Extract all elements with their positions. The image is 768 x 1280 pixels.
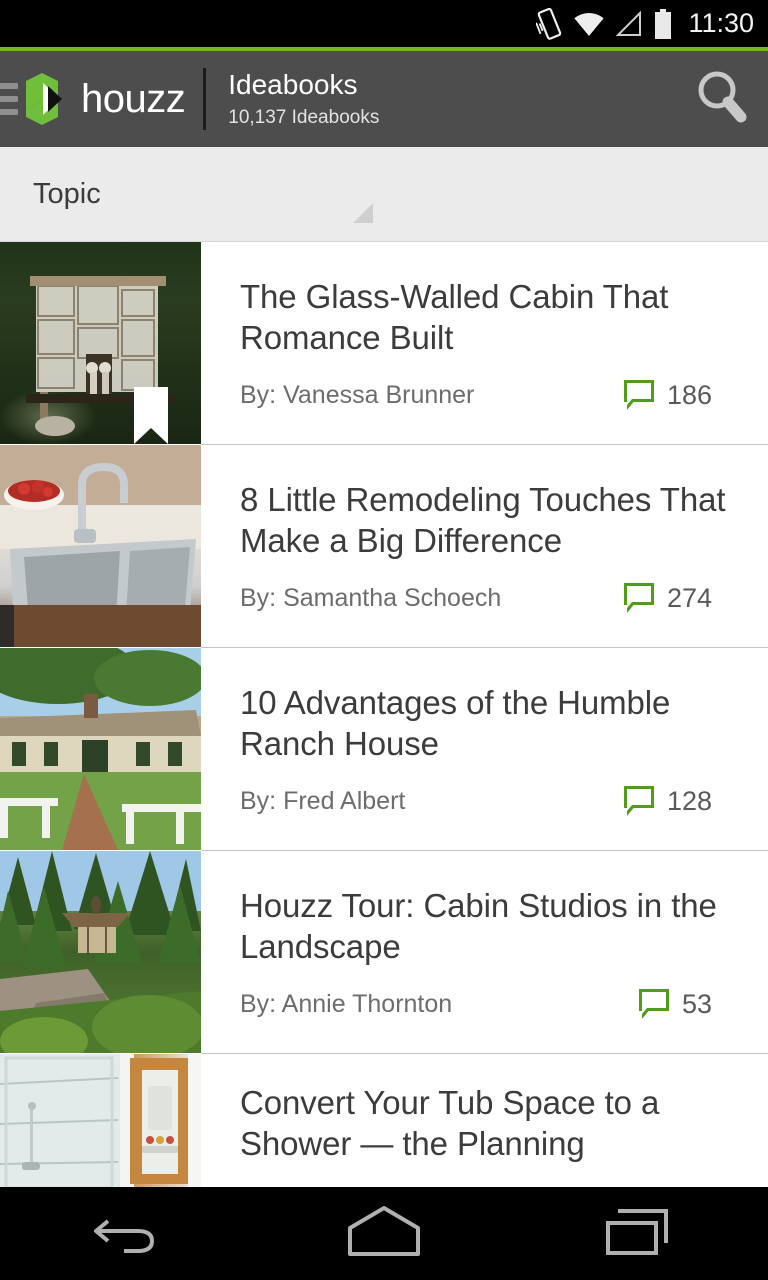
- comment-count-group[interactable]: 128: [623, 785, 712, 817]
- comment-count-group[interactable]: 274: [623, 582, 712, 614]
- hamburger-bar: [0, 96, 18, 102]
- list-item[interactable]: The Glass-Walled Cabin That Romance Buil…: [0, 242, 768, 444]
- status-bar: 11:30: [0, 0, 768, 47]
- topic-filter-bar[interactable]: Topic: [0, 147, 768, 242]
- thumbnail-image: [0, 445, 201, 647]
- battery-icon: [653, 8, 673, 39]
- comment-bubble-icon: [623, 582, 654, 614]
- thumbnail-image: [0, 648, 201, 850]
- app-header: houzz Ideabooks 10,137 Ideabooks: [0, 51, 768, 147]
- search-icon: [694, 68, 750, 131]
- ideabook-title: The Glass-Walled Cabin That Romance Buil…: [240, 277, 669, 356]
- status-bar-clock: 11:30: [688, 8, 754, 38]
- header-title-group: Ideabooks 10,137 Ideabooks: [228, 68, 676, 131]
- ideabook-thumbnail[interactable]: [0, 242, 201, 444]
- list-item[interactable]: Houzz Tour: Cabin Studios in the Landsca…: [0, 851, 768, 1053]
- list-item-body: Houzz Tour: Cabin Studios in the Landsca…: [201, 851, 768, 1053]
- recent-apps-button[interactable]: [550, 1187, 730, 1280]
- ideabook-title: 10 Advantages of the Humble Ranch House: [240, 683, 671, 762]
- vibrate-icon: [536, 7, 562, 40]
- list-item-meta: By: Samantha Schoech 274: [240, 582, 748, 614]
- comment-count-group[interactable]: 186: [623, 379, 712, 411]
- comment-count: 53: [681, 988, 712, 1019]
- thumbnail-image: [0, 851, 201, 1053]
- search-button[interactable]: [676, 68, 768, 131]
- home-icon: [344, 1202, 424, 1265]
- comment-count: 186: [666, 379, 712, 410]
- topic-filter-label: Topic: [33, 177, 101, 210]
- cell-signal-icon: [616, 10, 642, 37]
- houzz-logo[interactable]: houzz: [24, 71, 186, 127]
- ideabook-title: Convert Your Tub Space to a Shower — the…: [240, 1084, 660, 1162]
- ideabook-thumbnail[interactable]: [0, 445, 201, 647]
- houzz-logo-mark: [24, 71, 72, 127]
- ideabook-author: By: Annie Thornton: [240, 989, 453, 1018]
- houzz-wordmark: houzz: [81, 76, 186, 121]
- list-item-meta: By: Annie Thornton 53: [240, 988, 748, 1020]
- thumbnail-image: [0, 242, 201, 444]
- hamburger-bar: [0, 109, 18, 115]
- list-item-body: Convert Your Tub Space to a Shower — the…: [201, 1054, 768, 1192]
- ideabook-title: 8 Little Remodeling Touches That Make a …: [240, 480, 726, 559]
- list-item[interactable]: Convert Your Tub Space to a Shower — the…: [0, 1054, 768, 1192]
- list-item-body: 8 Little Remodeling Touches That Make a …: [201, 445, 768, 647]
- comment-count-group[interactable]: 53: [638, 988, 712, 1020]
- comment-count: 274: [666, 582, 712, 613]
- ideabook-author: By: Samantha Schoech: [240, 583, 502, 612]
- ideabook-title: Houzz Tour: Cabin Studios in the Landsca…: [240, 886, 717, 965]
- page-subtitle: 10,137 Ideabooks: [228, 106, 380, 128]
- back-arrow-icon: [92, 1207, 162, 1260]
- hamburger-bar: [0, 83, 18, 89]
- ideabook-author: By: Fred Albert: [240, 786, 406, 815]
- triangle-dropdown-icon[interactable]: [353, 203, 373, 223]
- page-title: Ideabooks: [228, 68, 358, 100]
- list-item-meta: By: Fred Albert 128: [240, 785, 748, 817]
- list-item[interactable]: 10 Advantages of the Humble Ranch House …: [0, 648, 768, 850]
- back-button[interactable]: [38, 1187, 218, 1280]
- home-button[interactable]: [294, 1187, 474, 1280]
- thumbnail-image: [0, 1054, 201, 1192]
- ideabook-author: By: Vanessa Brunner: [240, 380, 475, 409]
- wifi-icon: [573, 11, 605, 37]
- recent-apps-icon: [604, 1203, 676, 1264]
- list-item-meta: By: Vanessa Brunner 186: [240, 379, 748, 411]
- comment-bubble-icon: [623, 785, 654, 817]
- ideabook-thumbnail[interactable]: [0, 1054, 201, 1192]
- list-item-body: 10 Advantages of the Humble Ranch House …: [201, 648, 768, 850]
- comment-count: 128: [666, 785, 712, 816]
- header-divider: [203, 68, 207, 130]
- android-nav-bar: [0, 1187, 768, 1280]
- list-item-body: The Glass-Walled Cabin That Romance Buil…: [201, 242, 768, 444]
- hamburger-menu-icon[interactable]: [0, 83, 18, 115]
- comment-bubble-icon: [623, 379, 654, 411]
- ideabook-thumbnail[interactable]: [0, 851, 201, 1053]
- comment-bubble-icon: [638, 988, 669, 1020]
- list-item[interactable]: 8 Little Remodeling Touches That Make a …: [0, 445, 768, 647]
- ideabook-list: The Glass-Walled Cabin That Romance Buil…: [0, 242, 768, 1192]
- ideabook-thumbnail[interactable]: [0, 648, 201, 850]
